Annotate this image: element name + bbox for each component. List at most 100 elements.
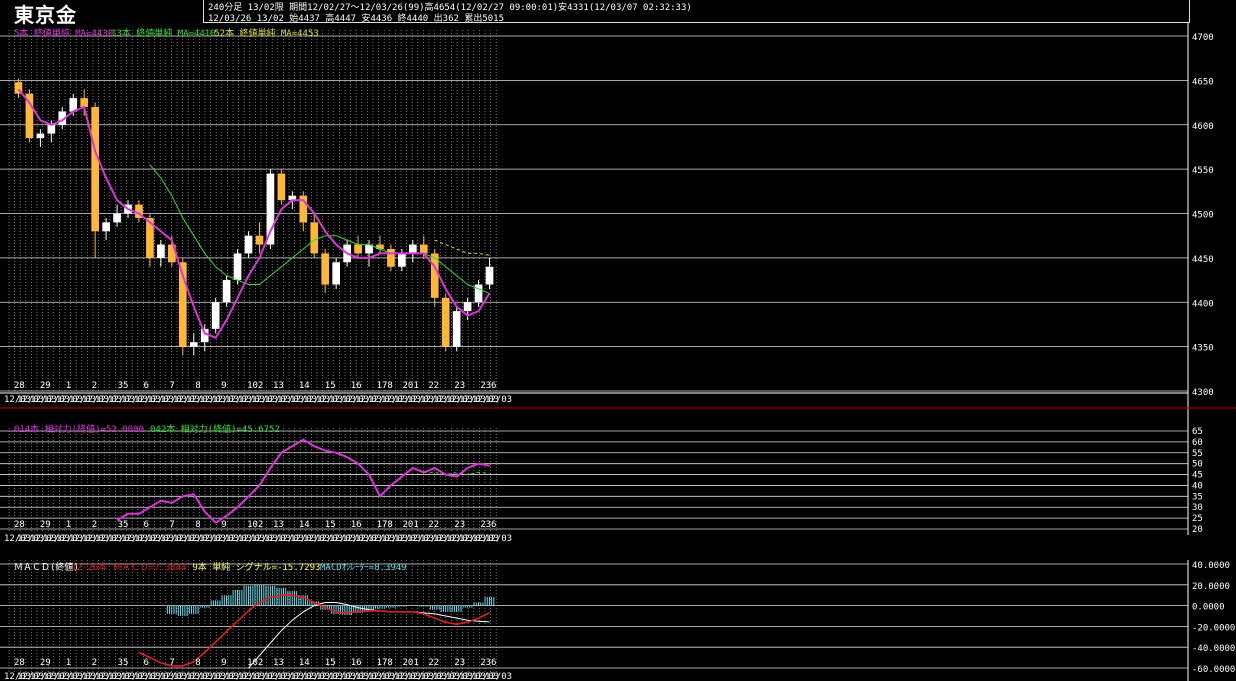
rsi-tick-label: 25 [1192, 514, 1203, 524]
date-label: 12/03 [485, 395, 512, 405]
day-label: 29 [40, 658, 51, 668]
day-label: 178 [377, 520, 393, 530]
candle-body [47, 124, 56, 134]
candle-body [80, 98, 89, 107]
day-label: 1 [66, 381, 71, 391]
price-tick-label: 4450 [1192, 255, 1214, 265]
candle-body [266, 173, 275, 245]
day-label: 35 [118, 381, 129, 391]
day-label: 16 [351, 381, 362, 391]
day-label: 8 [195, 381, 200, 391]
candle-body [157, 244, 165, 258]
candle-body [419, 244, 428, 254]
rsi14-line [116, 438, 490, 524]
day-label: 16 [351, 658, 362, 668]
day-label: 102 [247, 381, 263, 391]
macd-legend-item: 9本 単純 シグナル=-15.7293 [192, 561, 320, 573]
day-label: 28 [14, 381, 25, 391]
day-label: 9 [221, 381, 226, 391]
price-tick-label: 4550 [1192, 166, 1214, 176]
chart-area[interactable]: 4700 4650 4600 4550 4500 4450 4400 4350 4300 5本 終… [0, 0, 1236, 681]
macd-tick-label: 40.0000 [1192, 561, 1230, 571]
price-legend-item: 5本 終値単純 MA=4430 [14, 27, 113, 39]
candle-body [474, 284, 483, 303]
day-label: 178 [377, 381, 393, 391]
candle-body [211, 302, 220, 329]
day-label: 29 [40, 520, 51, 530]
day-label: 22 [428, 520, 439, 530]
price-tick-label: 4500 [1192, 211, 1214, 221]
macd-tick-label: -40.0000 [1192, 644, 1235, 654]
day-label: 28 [14, 658, 25, 668]
day-label: 1 [66, 520, 71, 530]
day-label: 201 [403, 520, 419, 530]
day-label: 15 [325, 658, 336, 668]
candle-body [463, 302, 472, 312]
rsi-legend-item: 014本 相対力(終値)=52.0080 [14, 423, 144, 435]
rsi-tick-label: 65 [1192, 427, 1203, 437]
day-label: 236 [480, 381, 496, 391]
day-label: 14 [299, 520, 310, 530]
candle-body [277, 173, 286, 201]
candle-body [91, 107, 99, 232]
rsi-tick-label: 30 [1192, 503, 1203, 513]
day-label: 13 [273, 381, 284, 391]
day-label: 14 [299, 381, 310, 391]
candle-body [102, 222, 110, 232]
candle-body [409, 244, 417, 254]
day-label: 236 [480, 520, 496, 530]
price-legend-item: 13本 終値単純 MA=4410 [111, 27, 216, 39]
price-tick-label: 4650 [1192, 77, 1214, 87]
rsi-tick-label: 40 [1192, 481, 1203, 491]
price-tick-label: 4300 [1192, 388, 1214, 398]
day-label: 201 [403, 658, 419, 668]
candle-body [354, 244, 362, 254]
day-label: 15 [325, 381, 336, 391]
date-label: 12/03 [485, 534, 512, 544]
macd-legend-item: 12-26本 ＭＡＣＤ=7.3844 [71, 561, 186, 573]
day-label: 6 [144, 381, 149, 391]
day-label: 102 [247, 658, 263, 668]
macd-tick-label: -20.0000 [1192, 623, 1235, 633]
candle-body [36, 133, 45, 139]
candle-body [310, 222, 319, 254]
rsi-legend-item: 042本 相対力(終値)=45.6752 [150, 423, 280, 435]
candle-body [332, 262, 340, 285]
day-label: 2 [92, 520, 97, 530]
candle-body [233, 253, 242, 281]
macd-tick-label: -60.0000 [1192, 665, 1235, 675]
rsi-tick-label: 55 [1192, 449, 1203, 459]
day-label: 28 [14, 520, 25, 530]
day-label: 102 [247, 520, 263, 530]
day-label: 7 [169, 658, 174, 668]
ma52-line [434, 239, 490, 256]
day-label: 23 [454, 381, 465, 391]
date-label: 12/03 [485, 672, 512, 681]
candle-body [321, 253, 330, 285]
candle-body [485, 266, 494, 285]
price-tick-label: 4700 [1192, 33, 1214, 43]
day-label: 22 [428, 381, 439, 391]
candle-body [255, 235, 264, 245]
day-label: 22 [428, 658, 439, 668]
day-label: 178 [377, 658, 393, 668]
day-label: 1 [66, 658, 71, 668]
price-tick-label: 4350 [1192, 344, 1214, 354]
day-label: 7 [169, 381, 174, 391]
day-label: 15 [325, 520, 336, 530]
day-label: 236 [480, 658, 496, 668]
rsi-tick-label: 45 [1192, 471, 1203, 481]
day-label: 9 [221, 520, 226, 530]
price-tick-label: 4400 [1192, 299, 1214, 309]
day-label: 23 [454, 658, 465, 668]
rsi-tick-label: 60 [1192, 438, 1203, 448]
day-label: 2 [92, 381, 97, 391]
day-label: 6 [144, 658, 149, 668]
day-label: 8 [195, 520, 200, 530]
day-label: 201 [403, 381, 419, 391]
macd-legend-item: MACDｵｼﾚｰﾀｰ=8.3949 [320, 562, 407, 573]
day-label: 2 [92, 658, 97, 668]
candle-body [222, 280, 231, 303]
candle-body [441, 297, 450, 347]
candle-body [189, 342, 198, 347]
